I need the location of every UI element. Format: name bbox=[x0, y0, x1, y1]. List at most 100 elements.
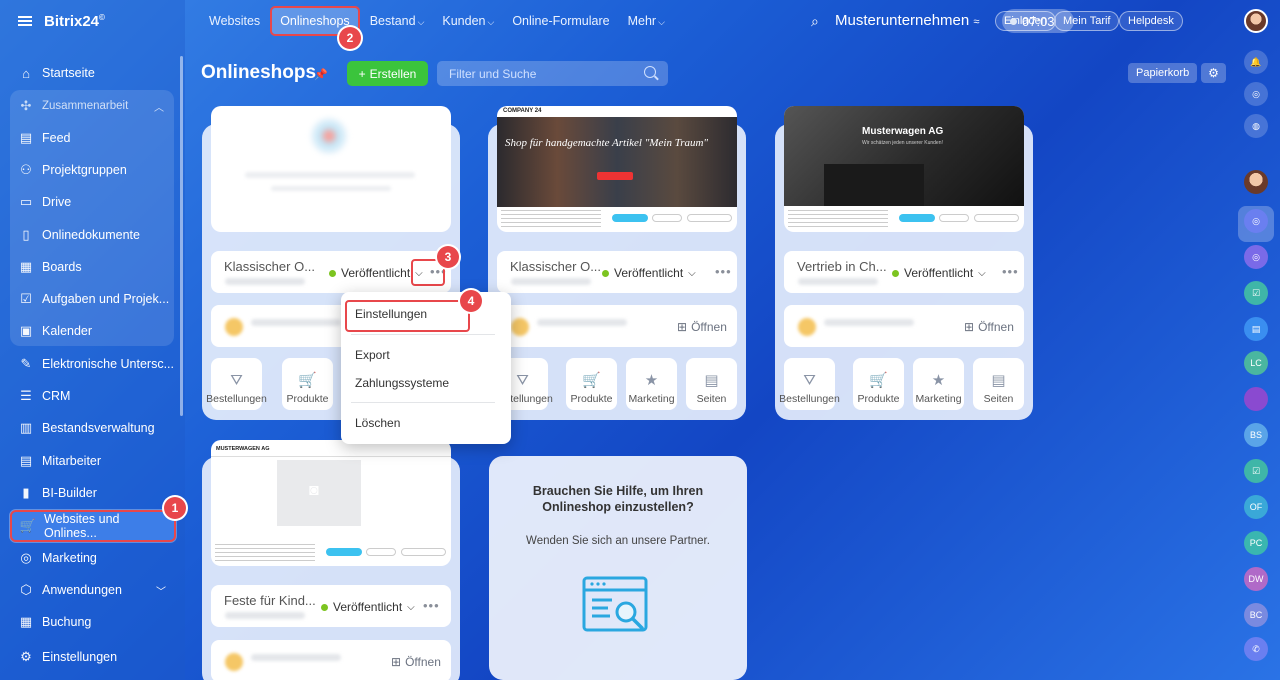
products-tile[interactable]: 🛒 Produkte bbox=[566, 358, 617, 410]
open-button[interactable]: ⊞ Öffnen bbox=[964, 320, 1014, 334]
status-badge[interactable]: Veröffentlicht ⌵ bbox=[602, 266, 696, 280]
message-icon[interactable]: ▤ bbox=[1244, 317, 1268, 341]
tile-label: Produkte bbox=[857, 393, 900, 405]
search-input[interactable]: Filter und Suche bbox=[437, 61, 668, 86]
status-badge[interactable]: Veröffentlicht ⌵ bbox=[892, 266, 986, 280]
company-name[interactable]: Musterunternehmen ≈ bbox=[835, 12, 979, 29]
chat-avatar-pc[interactable]: PC bbox=[1244, 531, 1268, 555]
sidebar-item-drive[interactable]: ▭ Drive bbox=[10, 187, 176, 217]
chat-icon[interactable]: ◎ bbox=[1244, 82, 1268, 106]
open-label: Öffnen bbox=[405, 655, 441, 669]
task-chat-icon[interactable]: ☑ bbox=[1244, 281, 1268, 305]
menu-item-payment-systems[interactable]: Zahlungssysteme bbox=[355, 376, 449, 390]
task-chat-icon[interactable]: ☑ bbox=[1244, 459, 1268, 483]
shop-title[interactable]: Vertrieb in Ch... bbox=[797, 259, 887, 274]
sidebar-item-boards[interactable]: ▦ Boards bbox=[10, 252, 176, 282]
tab-forms[interactable]: Online-Formulare bbox=[504, 8, 617, 34]
chat-avatar-bs[interactable]: BS bbox=[1244, 423, 1268, 447]
contact-avatar[interactable] bbox=[1244, 387, 1268, 411]
collab-icon: ✣ bbox=[20, 98, 32, 113]
sidebar-item-crm[interactable]: ☰ CRM bbox=[10, 381, 176, 411]
marketing-tile[interactable]: ★ Marketing bbox=[626, 358, 677, 410]
messenger-icon[interactable]: ◍ bbox=[1244, 114, 1268, 138]
sidebar-item-websites[interactable]: 🛒 Websites und Onlines... bbox=[10, 510, 176, 542]
sidebar-item-calendar[interactable]: ▣ Kalender bbox=[10, 316, 176, 346]
status-badge[interactable]: Veröffentlicht ⌵ bbox=[321, 600, 415, 614]
chat-avatar-of[interactable]: OF bbox=[1244, 495, 1268, 519]
pin-icon[interactable]: 📌 bbox=[314, 68, 328, 81]
open-button[interactable]: ⊞ Öffnen bbox=[677, 320, 727, 334]
sidebar-item-marketing[interactable]: ◎ Marketing bbox=[10, 543, 176, 573]
preview-blurred-text bbox=[245, 172, 415, 178]
sidebar-item-settings[interactable]: ⚙ Einstellungen bbox=[10, 642, 176, 672]
more-icon[interactable]: ••• bbox=[1002, 264, 1019, 279]
shop-preview-3[interactable]: Musterwagen AG Wir schätzen jeden unsere… bbox=[784, 106, 1024, 232]
group-chat-icon[interactable]: ◎ bbox=[1244, 209, 1268, 233]
sidebar-item-collab[interactable]: ✣ Zusammenarbeit ︿ bbox=[10, 91, 176, 121]
sidebar-item-employees[interactable]: ▤ Mitarbeiter bbox=[10, 446, 176, 476]
sidebar-item-feed[interactable]: ▤ Feed bbox=[10, 123, 176, 153]
shop-preview-4[interactable]: MUSTERWAGEN AG ◙ bbox=[211, 440, 451, 566]
tab-customers[interactable]: Kunden ⌵ bbox=[434, 8, 502, 34]
sidebar-scrollbar[interactable] bbox=[180, 56, 183, 416]
products-tile[interactable]: 🛒 Produkte bbox=[282, 358, 333, 410]
orders-tile[interactable]: ⛛ Bestellungen bbox=[206, 358, 267, 410]
marketing-tile[interactable]: ★ Marketing bbox=[913, 358, 964, 410]
search-icon[interactable]: ⌕ bbox=[811, 13, 819, 30]
sidebar-item-booking[interactable]: ▦ Buchung bbox=[10, 607, 176, 637]
sidebar-item-label: CRM bbox=[42, 389, 71, 403]
phone-icon[interactable]: ✆ bbox=[1244, 637, 1268, 661]
sidebar-item-apps[interactable]: ⬡ Anwendungen ﹀ bbox=[10, 575, 176, 605]
sidebar-item-groups[interactable]: ⚇ Projektgruppen bbox=[10, 155, 176, 185]
user-avatar[interactable] bbox=[1244, 9, 1268, 33]
group-chat-icon[interactable]: ◎ bbox=[1244, 245, 1268, 269]
tab-inventory[interactable]: Bestand ⌵ bbox=[362, 8, 433, 34]
chat-avatar-dw[interactable]: DW bbox=[1244, 567, 1268, 591]
cart-icon: 🛒 bbox=[869, 372, 888, 389]
more-icon[interactable]: ••• bbox=[715, 264, 732, 279]
tab-more[interactable]: Mehr ⌵ bbox=[620, 8, 673, 34]
sidebar-item-signature[interactable]: ✎ Elektronische Untersc... bbox=[10, 349, 176, 379]
sidebar-item-home[interactable]: ⌂ Startseite bbox=[10, 58, 176, 88]
menu-divider bbox=[351, 334, 495, 335]
contact-avatar[interactable] bbox=[1244, 170, 1268, 194]
sidebar-item-bi[interactable]: ▮ BI-Builder bbox=[10, 478, 176, 508]
gear-icon[interactable]: ⚙ bbox=[1201, 63, 1226, 83]
time-tracker[interactable]: 07:03 bbox=[1002, 9, 1074, 33]
chat-avatar-bc[interactable]: BC bbox=[1244, 603, 1268, 627]
preview-cookie-reject bbox=[366, 548, 396, 556]
help-subtitle[interactable]: Wenden Sie sich an unsere Partner. bbox=[499, 535, 737, 547]
shop-title[interactable]: Klassischer O... bbox=[224, 259, 315, 274]
orders-icon: ⛛ bbox=[516, 372, 529, 389]
drive-icon: ▭ bbox=[19, 194, 33, 209]
open-button[interactable]: ⊞ Öffnen bbox=[391, 655, 441, 669]
helpdesk-button[interactable]: Helpdesk bbox=[1119, 11, 1183, 31]
preview-logo: MUSTERWAGEN AG bbox=[216, 446, 270, 452]
products-tile[interactable]: 🛒 Produkte bbox=[853, 358, 904, 410]
sidebar-item-label: Anwendungen bbox=[42, 583, 122, 597]
menu-icon[interactable] bbox=[18, 16, 32, 26]
trash-button[interactable]: Papierkorb bbox=[1128, 63, 1198, 83]
shop-preview-1[interactable] bbox=[211, 106, 451, 232]
sidebar-item-inventory[interactable]: ▥ Bestandsverwaltung bbox=[10, 413, 176, 443]
menu-item-delete[interactable]: Löschen bbox=[355, 416, 400, 430]
pages-tile[interactable]: ▤ Seiten bbox=[973, 358, 1024, 410]
sidebar-item-label: Mitarbeiter bbox=[42, 454, 102, 468]
status-label: Veröffentlicht bbox=[341, 266, 411, 280]
status-badge[interactable]: Veröffentlicht ⌵ bbox=[329, 266, 423, 280]
tab-websites[interactable]: Websites bbox=[201, 8, 268, 34]
pages-tile[interactable]: ▤ Seiten bbox=[686, 358, 737, 410]
chat-avatar-lc[interactable]: LC bbox=[1244, 351, 1268, 375]
sidebar-item-docs[interactable]: ▯ Onlinedokumente bbox=[10, 220, 176, 250]
bell-icon[interactable]: 🔔 bbox=[1244, 50, 1268, 74]
menu-item-export[interactable]: Export bbox=[355, 348, 390, 362]
orders-tile[interactable]: ⛛ Bestellungen bbox=[779, 358, 840, 410]
more-icon[interactable]: ••• bbox=[423, 598, 440, 613]
sidebar-item-tasks[interactable]: ☑ Aufgaben und Projek... bbox=[10, 284, 176, 314]
app-logo[interactable]: Bitrix24© bbox=[44, 13, 105, 30]
shop-title[interactable]: Klassischer O... bbox=[510, 259, 601, 274]
status-dot-icon bbox=[329, 269, 336, 277]
shop-title[interactable]: Feste für Kind... bbox=[224, 593, 316, 608]
shop-preview-2[interactable]: COMPANY 24 Shop für handgemachte Artikel… bbox=[497, 106, 737, 232]
create-button[interactable]: + Erstellen bbox=[347, 61, 428, 86]
